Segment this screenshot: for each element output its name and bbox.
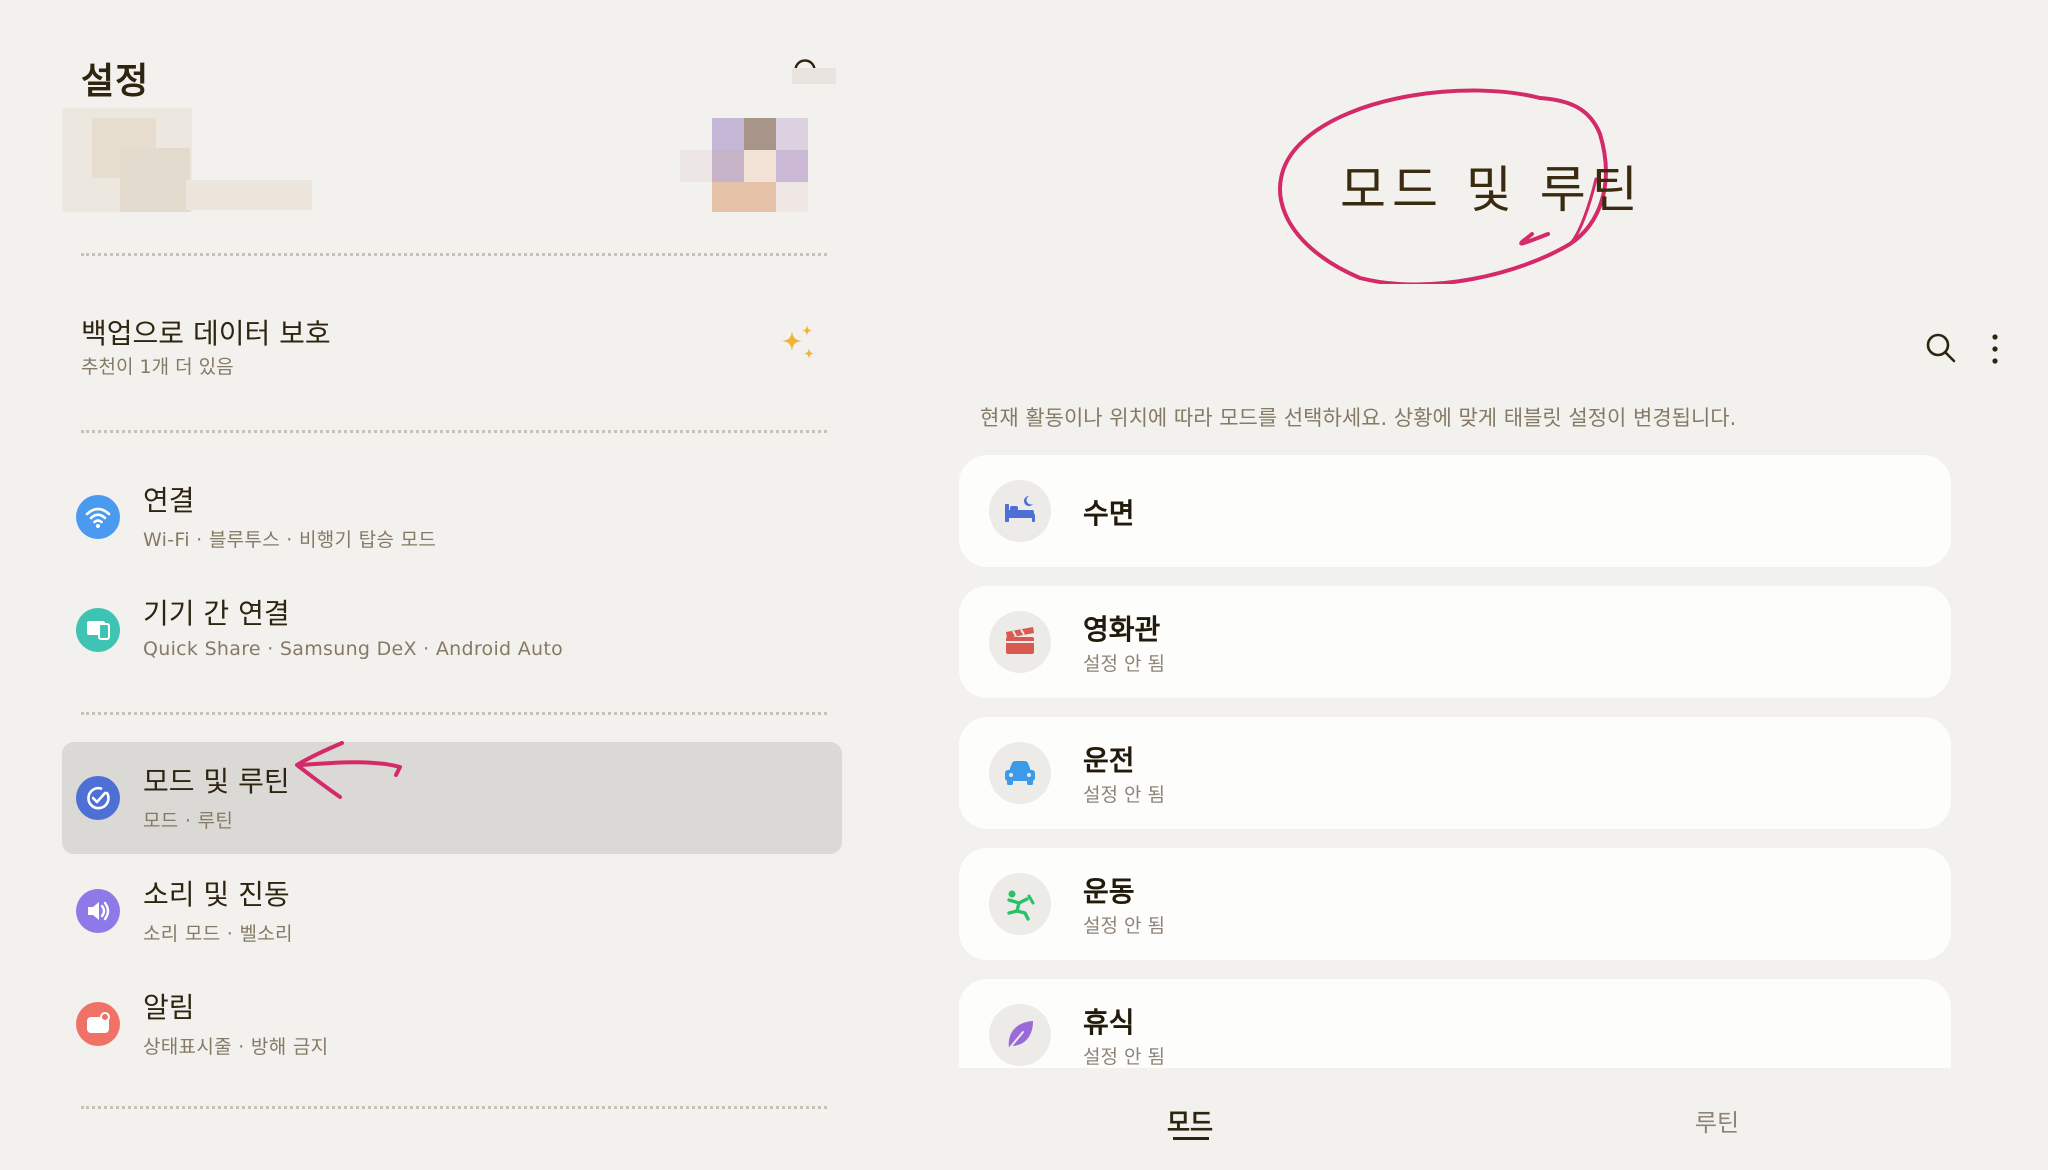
- leaf-icon: [989, 1004, 1051, 1066]
- settings-item-title: 알림: [143, 991, 195, 1024]
- settings-item-subtitle: Wi-Fi · 블루투스 · 비행기 탑승 모드: [143, 529, 437, 551]
- running-icon: [989, 873, 1051, 935]
- mode-status: 설정 안 됨: [1083, 653, 1165, 675]
- settings-item-subtitle: 상태표시줄 · 방해 금지: [143, 1036, 329, 1058]
- mode-card-sleep[interactable]: 수면: [959, 455, 1951, 567]
- active-tab-indicator: [1173, 1137, 1209, 1140]
- settings-item-subtitle: 소리 모드 · 벨소리: [143, 923, 293, 945]
- notification-icon: [76, 1002, 120, 1046]
- settings-item-modes-routines[interactable]: 모드 및 루틴 모드 · 루틴: [62, 742, 842, 854]
- mode-status: 설정 안 됨: [1083, 1046, 1165, 1068]
- car-icon: [989, 742, 1051, 804]
- annotation-arrow: [295, 741, 402, 799]
- backup-subtitle: 추천이 1개 더 있음: [81, 356, 234, 378]
- page-title: 모드 및 루틴: [1340, 161, 1644, 219]
- more-options-icon[interactable]: [1985, 332, 2005, 366]
- divider: [81, 1106, 827, 1109]
- settings-item-title: 모드 및 루틴: [143, 765, 290, 798]
- mode-card-movie-theater[interactable]: 영화관 설정 안 됨: [959, 586, 1951, 698]
- mode-card-driving[interactable]: 운전 설정 안 됨: [959, 717, 1951, 829]
- mode-title: 운전: [1083, 744, 1135, 777]
- tab-routines[interactable]: 루틴: [1677, 1103, 1757, 1138]
- mode-title: 수면: [1083, 497, 1135, 530]
- divider: [81, 253, 827, 256]
- mode-card-relax[interactable]: 휴식 설정 안 됨: [959, 979, 1951, 1068]
- settings-item-title: 소리 및 진동: [143, 878, 290, 911]
- wifi-icon: [76, 495, 120, 539]
- settings-item-subtitle: Quick Share · Samsung DeX · Android Auto: [143, 638, 564, 660]
- devices-icon: [76, 608, 120, 652]
- avatar: [680, 68, 838, 212]
- mode-title: 영화관: [1083, 613, 1161, 646]
- backup-title: 백업으로 데이터 보호: [81, 317, 331, 350]
- mode-title: 휴식: [1083, 1006, 1135, 1039]
- mode-status: 설정 안 됨: [1083, 915, 1165, 937]
- mode-status: 설정 안 됨: [1083, 784, 1165, 806]
- search-icon[interactable]: [1925, 332, 1957, 364]
- settings-item-connected-devices[interactable]: 기기 간 연결 Quick Share · Samsung DeX · Andr…: [62, 574, 842, 686]
- modes-list[interactable]: 수면 영화관 설정 안 됨 운전 설정 안 됨 운동 설정 안 됨 휴식 설정 …: [959, 455, 1951, 1068]
- settings-item-notifications[interactable]: 알림 상태표시줄 · 방해 금지: [62, 968, 842, 1080]
- settings-item-title: 연결: [143, 484, 195, 517]
- tab-modes[interactable]: 모드: [1150, 1103, 1230, 1139]
- divider: [81, 430, 827, 433]
- bed-icon: [989, 480, 1051, 542]
- settings-item-title: 기기 간 연결: [143, 597, 290, 630]
- mode-card-exercise[interactable]: 운동 설정 안 됨: [959, 848, 1951, 960]
- speaker-icon: [76, 889, 120, 933]
- clapperboard-icon: [989, 611, 1051, 673]
- settings-title: 설정: [81, 61, 150, 102]
- modes-routines-icon: [76, 776, 120, 820]
- settings-item-sound-vibration[interactable]: 소리 및 진동 소리 모드 · 벨소리: [62, 855, 842, 967]
- mode-title: 운동: [1083, 875, 1135, 908]
- modes-description: 현재 활동이나 위치에 따라 모드를 선택하세요. 상황에 맞게 태블릿 설정이…: [980, 406, 1737, 430]
- divider: [81, 712, 827, 715]
- settings-item-connections[interactable]: 연결 Wi-Fi · 블루투스 · 비행기 탑승 모드: [62, 461, 842, 573]
- settings-item-subtitle: 모드 · 루틴: [143, 810, 234, 832]
- sparkle-icon: [782, 325, 814, 359]
